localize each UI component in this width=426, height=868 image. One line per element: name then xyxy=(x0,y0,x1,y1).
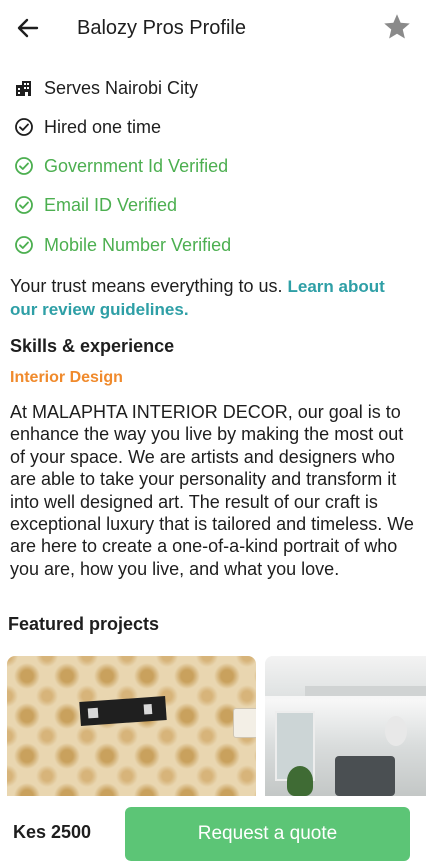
trust-text: Your trust means everything to us. xyxy=(10,276,283,296)
lamp xyxy=(385,716,407,746)
price-label: Kes 2500 xyxy=(13,822,92,842)
wall-plate xyxy=(79,696,167,726)
page-title: Balozy Pros Profile xyxy=(77,17,246,39)
wall-switch xyxy=(233,708,256,738)
favorite-star-icon[interactable] xyxy=(382,12,412,42)
plant xyxy=(287,766,313,796)
check-circle-icon xyxy=(14,235,34,255)
mobile-number-text: Mobile Number Verified xyxy=(44,234,232,255)
project-image-wallpaper[interactable] xyxy=(7,656,256,796)
skills-heading: Skills & experience xyxy=(10,336,175,356)
email-id-row: Email ID Verified xyxy=(14,191,177,219)
app-header: Balozy Pros Profile xyxy=(0,0,426,58)
check-circle-icon xyxy=(14,195,34,215)
email-id-text: Email ID Verified xyxy=(44,194,178,215)
back-arrow-icon[interactable] xyxy=(14,14,42,42)
ceiling-beam xyxy=(305,686,426,696)
featured-projects-carousel[interactable] xyxy=(7,656,426,796)
mobile-number-row: Mobile Number Verified xyxy=(14,231,231,259)
government-id-row: Government Id Verified xyxy=(14,152,228,180)
request-quote-button[interactable]: Request a quote xyxy=(125,807,410,861)
project-image-interior[interactable] xyxy=(265,656,426,796)
check-circle-icon xyxy=(14,156,34,176)
bottom-bar: Kes 2500 Request a quote xyxy=(0,796,426,868)
government-id-text: Government Id Verified xyxy=(44,155,229,176)
service-area-text: Serves Nairobi City xyxy=(44,77,199,98)
furniture xyxy=(335,756,395,796)
hired-count-row: Hired one time xyxy=(14,113,161,141)
featured-projects-heading: Featured projects xyxy=(8,614,160,634)
about-description: At MALAPHTA INTERIOR DECOR, our goal is … xyxy=(10,402,414,579)
building-icon xyxy=(14,78,34,98)
hired-count-text: Hired one time xyxy=(44,116,162,137)
trust-message: Your trust means everything to us. Learn… xyxy=(10,275,410,321)
skill-tag: Interior Design xyxy=(10,369,123,386)
check-circle-icon xyxy=(14,117,34,137)
service-area-row: Serves Nairobi City xyxy=(14,74,198,102)
